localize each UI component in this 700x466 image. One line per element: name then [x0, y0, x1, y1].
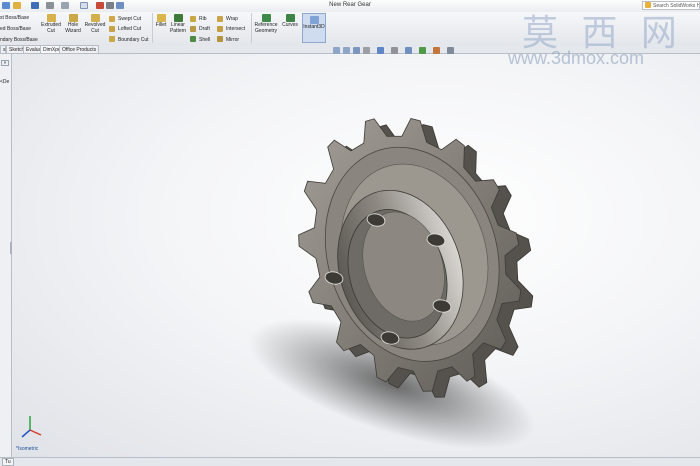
rib-icon	[190, 16, 196, 22]
view-orientation-icon[interactable]	[377, 47, 384, 54]
triad-icon	[21, 416, 42, 438]
revolved-cut-label-2: Cut	[91, 28, 99, 34]
shell-button[interactable]: Shell	[199, 37, 210, 43]
rib-button[interactable]: Rib	[199, 16, 207, 22]
ribbon-separator-2	[251, 13, 252, 43]
lofted-cut-icon	[109, 26, 115, 32]
extruded-cut-button[interactable]: Extruded Cut	[39, 14, 63, 34]
fillet-button[interactable]: Fillet	[154, 14, 168, 28]
draft-button[interactable]: Draft	[199, 26, 210, 32]
wrap-button[interactable]: Wrap	[226, 16, 238, 22]
instant3d-button[interactable]: Instant3D	[302, 13, 326, 43]
zoom-to-fit-icon[interactable]	[333, 47, 340, 54]
swept-cut-button[interactable]: Swept Cut	[118, 16, 141, 22]
draft-icon	[190, 26, 196, 32]
section-view-icon[interactable]	[363, 47, 370, 54]
graphics-viewport[interactable]	[12, 54, 700, 457]
tab-office-products[interactable]: Office Products	[59, 45, 100, 53]
extruded-cut-label-2: Cut	[47, 28, 55, 34]
watermark-url: www.3dmox.com	[508, 48, 645, 68]
intersect-icon	[217, 26, 223, 32]
boundary-cut-button[interactable]: Boundary Cut	[118, 37, 149, 43]
sprocket-model[interactable]	[12, 54, 700, 457]
swept-cut-icon	[109, 16, 115, 22]
instant3d-label: Instant3D	[303, 24, 325, 30]
curves-label: Curves	[282, 22, 298, 28]
feature-tree-item[interactable]: <De	[0, 79, 9, 85]
reference-geometry-icon	[261, 14, 271, 22]
reference-geometry-label-2: Geometry	[255, 28, 277, 34]
curves-icon	[285, 14, 295, 22]
revolved-boss-button[interactable]: ed Boss/Base	[0, 26, 31, 32]
hole-wizard-icon	[68, 14, 78, 22]
linear-pattern-button[interactable]: Linear Pattern	[168, 14, 188, 34]
view-orientation-label: *Isometric	[16, 446, 39, 452]
revolved-cut-icon	[90, 14, 100, 22]
curves-button[interactable]: Curves	[280, 14, 300, 28]
linear-pattern-label-2: Pattern	[169, 28, 187, 34]
instant3d-icon	[309, 16, 319, 24]
reference-geometry-button[interactable]: Reference Geometry	[253, 14, 279, 34]
lofted-cut-button[interactable]: Lofted Cut	[118, 26, 141, 32]
edit-appearance-icon[interactable]	[419, 47, 426, 54]
wrap-icon	[217, 16, 223, 22]
view-settings-icon[interactable]	[447, 47, 454, 54]
intersect-button[interactable]: Intersect	[226, 26, 245, 32]
shell-icon	[190, 36, 196, 42]
mirror-icon	[217, 36, 223, 42]
mirror-button[interactable]: Mirror	[226, 37, 239, 43]
extruded-boss-button[interactable]: xt Boss/Base	[0, 15, 29, 21]
zoom-area-icon[interactable]	[343, 47, 350, 54]
display-style-icon[interactable]	[391, 47, 398, 54]
boundary-boss-button[interactable]: ndary Boss/Base	[0, 37, 38, 43]
fillet-label: Fillet	[155, 22, 167, 28]
boundary-cut-icon	[109, 36, 115, 42]
previous-view-icon[interactable]	[353, 47, 360, 54]
hole-wizard-button[interactable]: Hole Wizard	[63, 14, 83, 34]
hole-wizard-label-2: Wizard	[65, 28, 81, 34]
ribbon-separator	[152, 13, 153, 43]
fillet-icon	[156, 14, 166, 22]
feature-manager-panel	[0, 54, 12, 457]
linear-pattern-icon	[173, 14, 183, 22]
apply-scene-icon[interactable]	[433, 47, 440, 54]
revolved-cut-button[interactable]: Revolved Cut	[83, 14, 107, 34]
expand-panel-button[interactable]: »	[1, 60, 9, 66]
hide-show-items-icon[interactable]	[405, 47, 412, 54]
extruded-cut-icon	[46, 14, 56, 22]
